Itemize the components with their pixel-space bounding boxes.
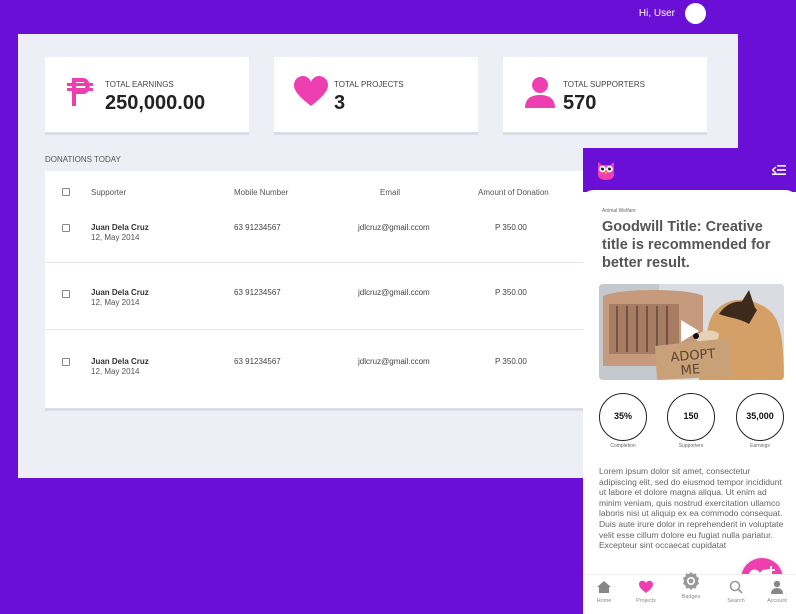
stat-label: TOTAL SUPPORTERS — [563, 80, 645, 89]
column-header: Mobile Number — [234, 188, 289, 197]
donation-date: 12, May 2014 — [91, 367, 140, 376]
table-header: Supporter Mobile Number Email Amount of … — [45, 171, 615, 209]
heart-icon — [294, 76, 328, 106]
play-icon[interactable] — [681, 320, 699, 342]
svg-text:ME: ME — [680, 362, 701, 379]
supporter-name: Juan Dela Cruz — [91, 357, 149, 366]
column-header: Email — [380, 188, 401, 197]
nav-item-home[interactable]: Home — [585, 579, 623, 604]
mobile-number: 63 91234567 — [234, 288, 281, 297]
email: jdlcruz@gmail.ccom — [358, 357, 430, 366]
project-video-thumbnail[interactable]: ADOPT ME — [599, 284, 784, 380]
home-icon — [597, 581, 611, 593]
supporter-name: Juan Dela Cruz — [91, 288, 149, 297]
nav-item-badges[interactable]: Badges — [672, 571, 710, 600]
metric-label: Completion — [610, 443, 636, 449]
heart-icon — [639, 580, 653, 593]
metric-earnings: 35,000 — [736, 393, 784, 441]
divider — [45, 329, 615, 330]
divider — [45, 262, 615, 263]
user-greeting: Hi, User — [638, 8, 675, 19]
stat-value: 3 — [334, 92, 346, 114]
email: jdlcruz@gmail.ccom — [358, 288, 430, 297]
metric-value: 150 — [683, 411, 699, 421]
donations-table: Supporter Mobile Number Email Amount of … — [45, 171, 615, 411]
mobile-header — [583, 148, 796, 192]
row-checkbox[interactable] — [62, 358, 70, 366]
donation-date: 12, May 2014 — [91, 233, 140, 242]
supporter-name: Juan Dela Cruz — [91, 223, 149, 232]
stat-card-supporters: TOTAL SUPPORTERS 570 — [503, 57, 707, 135]
stat-label: TOTAL EARNINGS — [105, 80, 174, 89]
row-checkbox[interactable] — [62, 290, 70, 298]
project-title: Goodwill Title: Creative title is recomm… — [602, 219, 771, 271]
nav-label: Search — [727, 598, 745, 604]
stat-label: TOTAL PROJECTS — [334, 80, 404, 89]
nav-item-search[interactable]: Search — [717, 579, 755, 604]
nav-item-account[interactable]: Account — [758, 579, 796, 604]
donation-date: 12, May 2014 — [91, 298, 140, 307]
metric-supporters: 150 — [667, 393, 715, 441]
mobile-number: 63 91234567 — [234, 223, 281, 232]
mobile-content: Animal Welfare Goodwill Title: Creative … — [583, 190, 796, 600]
top-bar: Hi, User — [0, 0, 796, 28]
section-title-donations: DONATIONS TODAY — [45, 155, 121, 164]
email: jdlcruz@gmail.ccom — [358, 223, 430, 232]
mobile-number: 63 91234567 — [234, 357, 281, 366]
row-checkbox[interactable] — [62, 224, 70, 232]
metric-value: 35,000 — [746, 411, 774, 421]
menu-collapse-icon[interactable] — [772, 164, 786, 176]
nav-label: Account — [767, 598, 787, 604]
peso-icon — [67, 78, 93, 106]
search-icon — [729, 580, 743, 594]
nav-label: Badges — [681, 594, 701, 600]
column-header: Supporter — [91, 188, 127, 197]
stat-card-earnings: TOTAL EARNINGS 250,000.00 — [45, 57, 249, 135]
donation-amount: P 350.00 — [495, 357, 527, 366]
bottom-navigation: Home Projects Badges Search Account — [583, 571, 796, 614]
nav-label: Projects — [636, 598, 656, 604]
metric-completion: 35% — [599, 393, 647, 441]
table-row[interactable]: Juan Dela Cruz 12, May 2014 63 91234567 … — [45, 345, 615, 411]
account-icon — [771, 580, 783, 594]
project-category: Animal Welfare — [602, 208, 636, 214]
column-header: Amount of Donation — [478, 188, 549, 197]
stat-value: 250,000.00 — [105, 92, 206, 114]
nav-label: Home — [596, 598, 612, 604]
metric-label: Earnings — [750, 443, 770, 449]
donation-amount: P 350.00 — [495, 223, 527, 232]
mobile-preview: Animal Welfare Goodwill Title: Creative … — [583, 148, 796, 614]
nav-item-projects[interactable]: Projects — [627, 579, 665, 604]
stat-value: 570 — [563, 92, 597, 114]
table-row[interactable]: Juan Dela Cruz 12, May 2014 63 91234567 … — [45, 277, 615, 343]
avatar[interactable] — [685, 3, 706, 24]
metric-label: Supporters — [678, 443, 704, 449]
select-all-checkbox[interactable] — [62, 188, 70, 196]
metric-value: 35% — [613, 411, 632, 421]
table-row[interactable]: Juan Dela Cruz 12, May 2014 63 91234567 … — [45, 211, 615, 277]
donation-amount: P 350.00 — [495, 288, 527, 297]
stat-card-projects: TOTAL PROJECTS 3 — [274, 57, 478, 135]
person-icon — [525, 77, 555, 108]
project-description: Lorem ipsum dolor sit amet, consectetur … — [599, 466, 784, 551]
badge-icon — [683, 572, 699, 590]
owl-logo-icon — [598, 162, 614, 180]
